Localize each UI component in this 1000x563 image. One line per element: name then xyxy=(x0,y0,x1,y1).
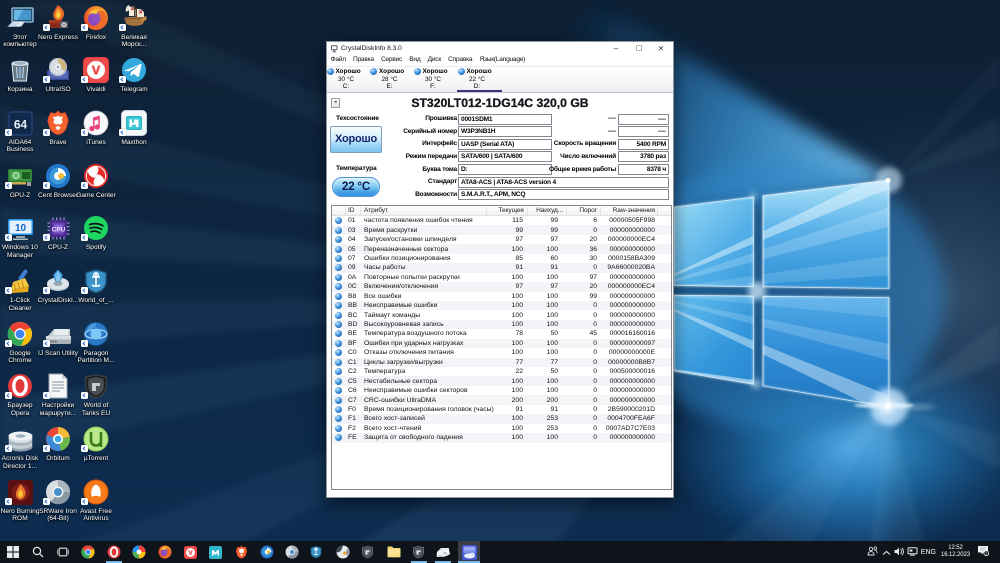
svg-text:10: 10 xyxy=(14,223,26,234)
svg-text:1: 1 xyxy=(985,552,987,556)
svg-text:CPU: CPU xyxy=(51,227,65,234)
svg-text:64: 64 xyxy=(13,117,27,131)
